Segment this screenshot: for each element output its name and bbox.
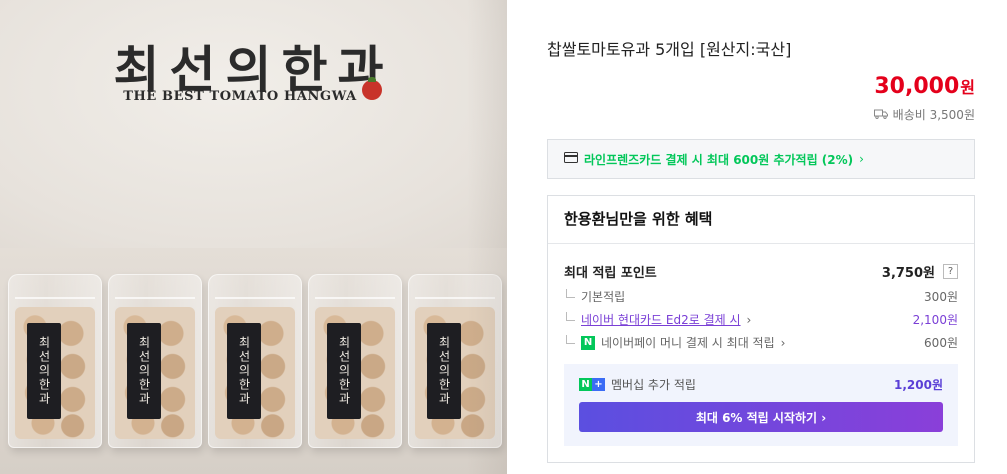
max-points-row: 최대 적립 포인트 3,750원 ?	[564, 262, 958, 281]
chevron-right-icon: ›	[780, 335, 786, 350]
tomato-logo-icon	[362, 77, 382, 100]
benefit-header: 한용환님만을 위한 혜택	[548, 196, 974, 244]
tree-branch-icon	[566, 289, 575, 298]
price-unit: 원	[960, 78, 975, 97]
benefit-item-value: 2,100원	[912, 313, 958, 327]
product-price: 30,000원	[874, 74, 975, 99]
brand-logo-subtitle: THE BEST TOMATO HANGWA	[123, 89, 357, 104]
product-title: 찹쌀토마토유과 5개입 [원산지:국산]	[547, 40, 792, 59]
hyundai-card-link[interactable]: 네이버 현대카드 Ed2로 결제 시	[581, 311, 741, 328]
product-bag: 최선의한과	[208, 274, 302, 448]
naver-plus-membership-icon: N +	[579, 378, 605, 391]
tree-branch-icon	[566, 335, 575, 344]
membership-value: 1,200원	[894, 378, 943, 392]
price-value: 30,000	[874, 74, 960, 99]
shipping-info: 배송비 3,500원	[873, 106, 975, 123]
truck-icon	[873, 108, 888, 122]
membership-label: 멤버십 추가 적립	[611, 378, 696, 392]
tree-branch-icon	[566, 312, 575, 321]
bag-label: 최선의한과	[327, 323, 361, 419]
card-promo-banner[interactable]: 라인프렌즈카드 결제 시 최대 600원 추가적립 (2%) ›	[547, 139, 975, 179]
bag-label: 최선의한과	[127, 323, 161, 419]
membership-box: N + 멤버십 추가 적립 1,200원 최대 6% 적립 시작하기 ›	[564, 364, 958, 446]
naverpay-money-link[interactable]: 네이버페이 머니 결제 시 최대 적립	[601, 334, 775, 351]
product-bag: 최선의한과	[8, 274, 102, 448]
product-bag: 최선의한과	[108, 274, 202, 448]
bag-label: 최선의한과	[27, 323, 61, 419]
start-membership-button[interactable]: 최대 6% 적립 시작하기 ›	[579, 402, 943, 432]
help-icon[interactable]: ?	[943, 264, 958, 279]
chevron-right-icon: ›	[859, 152, 864, 166]
naver-pay-icon: N	[581, 335, 595, 350]
benefit-item-value: 300원	[924, 290, 958, 304]
benefit-item[interactable]: 네이버 현대카드 Ed2로 결제 시 › 2,100원	[566, 311, 958, 328]
product-bag: 최선의한과	[308, 274, 402, 448]
card-promo-text: 라인프렌즈카드 결제 시 최대 600원 추가적립 (2%)	[584, 152, 854, 167]
benefit-item[interactable]: N 네이버페이 머니 결제 시 최대 적립 › 600원	[566, 334, 958, 351]
shipping-fee: 배송비 3,500원	[892, 108, 975, 122]
bag-label: 최선의한과	[427, 323, 461, 419]
bag-label: 최선의한과	[227, 323, 261, 419]
max-points-label: 최대 적립 포인트	[564, 266, 657, 281]
credit-card-icon	[564, 152, 578, 166]
benefit-panel: 한용환님만을 위한 혜택 최대 적립 포인트 3,750원 ? 기본적립 300…	[547, 195, 975, 463]
benefit-item: 기본적립 300원	[566, 288, 958, 305]
benefit-item-value: 600원	[924, 336, 958, 350]
max-points-value: 3,750원	[881, 266, 935, 281]
chevron-right-icon: ›	[746, 312, 752, 327]
benefit-item-label: 기본적립	[581, 290, 626, 304]
product-image: 최선의한과 THE BEST TOMATO HANGWA 최선의한과 최선의한과…	[0, 0, 507, 474]
